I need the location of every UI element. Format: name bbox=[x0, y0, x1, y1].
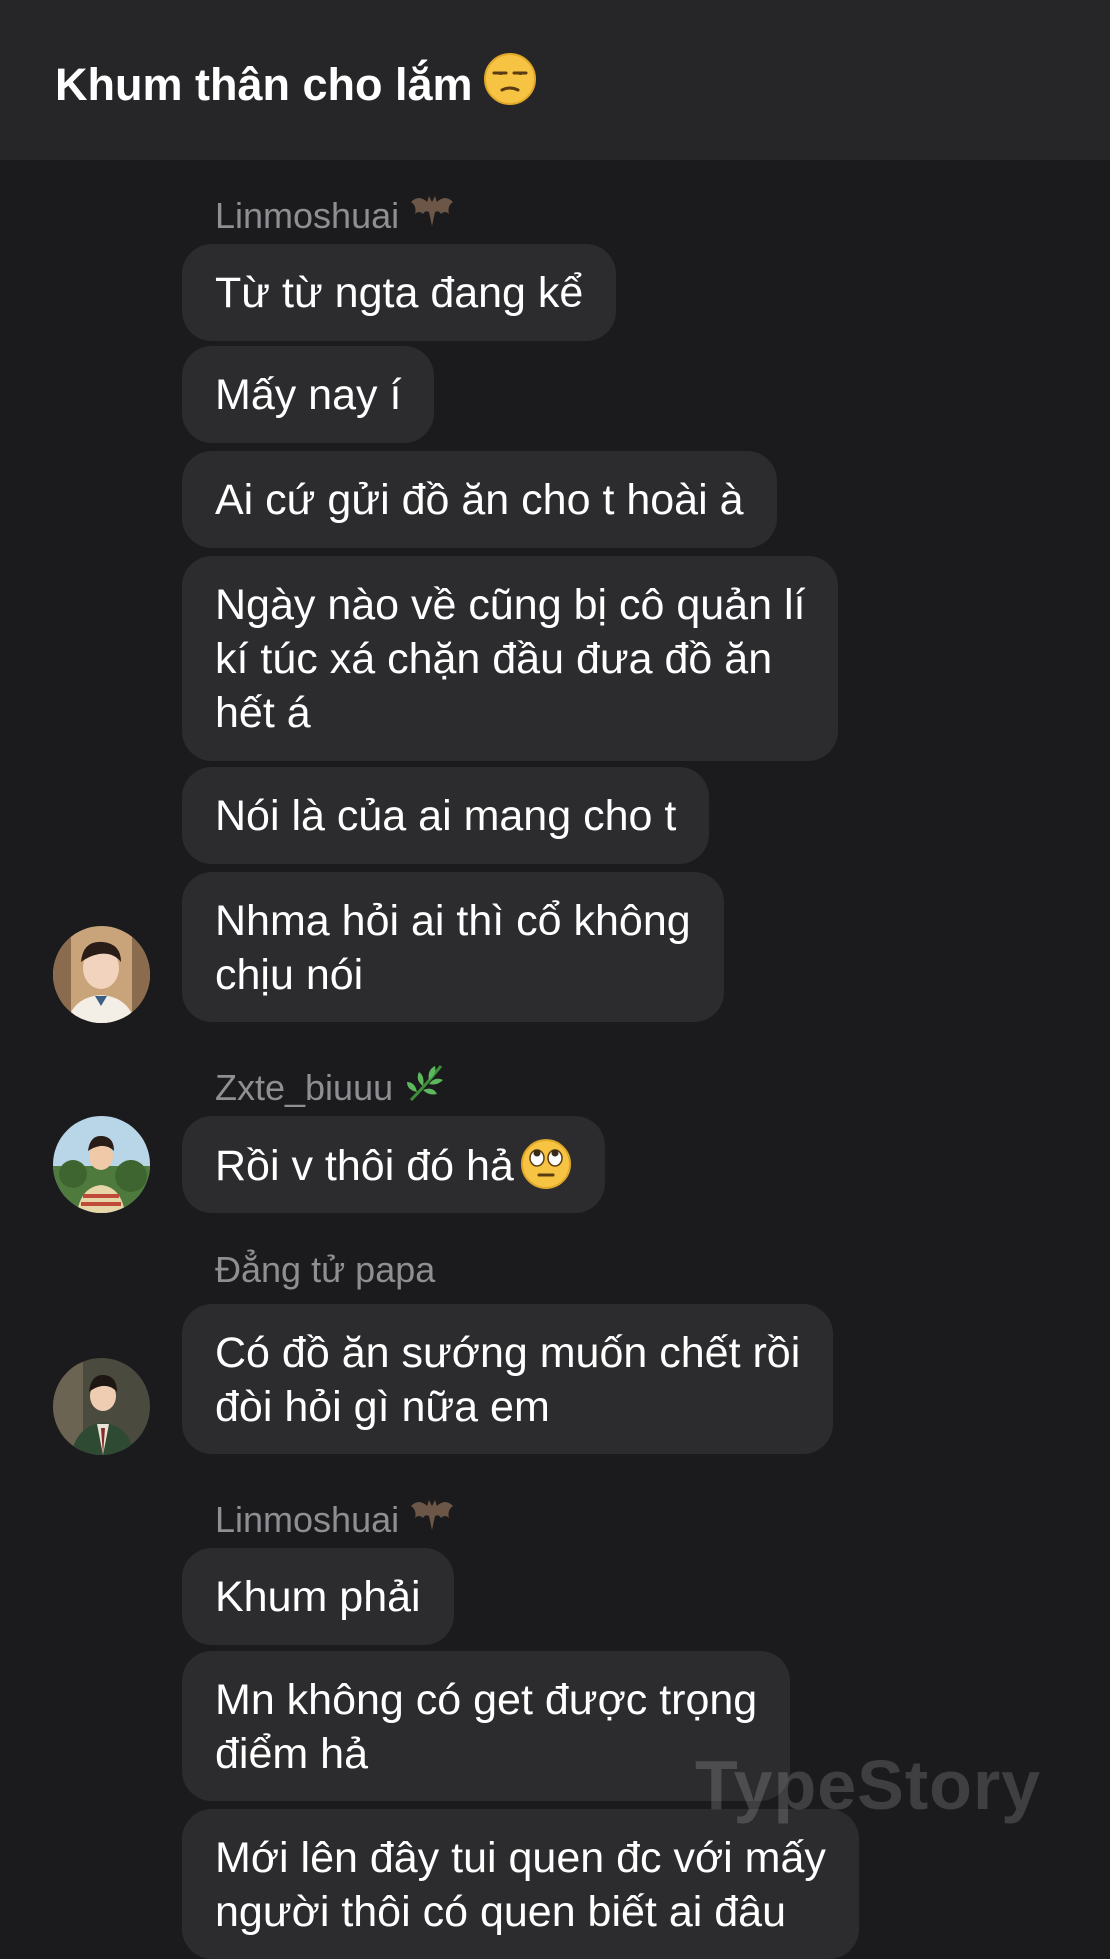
watermark: TypeStory bbox=[695, 1746, 1042, 1824]
message-bubble[interactable]: Có đồ ăn sướng muốn chết rồi đòi hỏi gì … bbox=[182, 1304, 834, 1454]
herb-icon bbox=[403, 1060, 449, 1116]
message-bubble[interactable]: Nói là của ai mang cho t bbox=[182, 767, 710, 864]
message-bubble[interactable]: Khum phải bbox=[182, 1548, 454, 1645]
message-bubble[interactable]: Rồi v thôi đó hả bbox=[182, 1116, 605, 1213]
sender-name: Linmoshuai bbox=[215, 1492, 455, 1548]
chat-title[interactable]: Khum thân cho lắm bbox=[55, 52, 537, 119]
message-bubble[interactable]: Từ từ ngta đang kể bbox=[182, 244, 617, 341]
unamused-face-icon bbox=[483, 52, 537, 119]
chat-title-text: Khum thân cho lắm bbox=[55, 59, 473, 110]
message-bubble[interactable]: Mới lên đây tui quen đc với mấy người th… bbox=[182, 1809, 859, 1959]
message-bubble[interactable]: Ai cứ gửi đồ ăn cho t hoài à bbox=[182, 451, 777, 548]
sender-name: Linmoshuai bbox=[215, 188, 455, 244]
bat-icon bbox=[409, 188, 455, 244]
sender-name: Zxte_biuuu bbox=[215, 1060, 449, 1116]
bat-icon bbox=[409, 1492, 455, 1548]
avatar-zxte[interactable] bbox=[53, 1116, 150, 1213]
avatar-linmoshuai[interactable] bbox=[53, 926, 150, 1023]
message-bubble[interactable]: Nhma hỏi ai thì cổ không chịu nói bbox=[182, 872, 724, 1022]
avatar-dang-tu-papa[interactable] bbox=[53, 1358, 150, 1455]
message-bubble[interactable]: Mấy nay í bbox=[182, 346, 435, 443]
eye-roll-face-icon bbox=[520, 1138, 572, 1203]
sender-name: Đẳng tử papa bbox=[215, 1249, 436, 1290]
chat-header: Khum thân cho lắm bbox=[0, 0, 1110, 160]
message-bubble[interactable]: Ngày nào về cũng bị cô quản lí kí túc xá… bbox=[182, 556, 839, 761]
